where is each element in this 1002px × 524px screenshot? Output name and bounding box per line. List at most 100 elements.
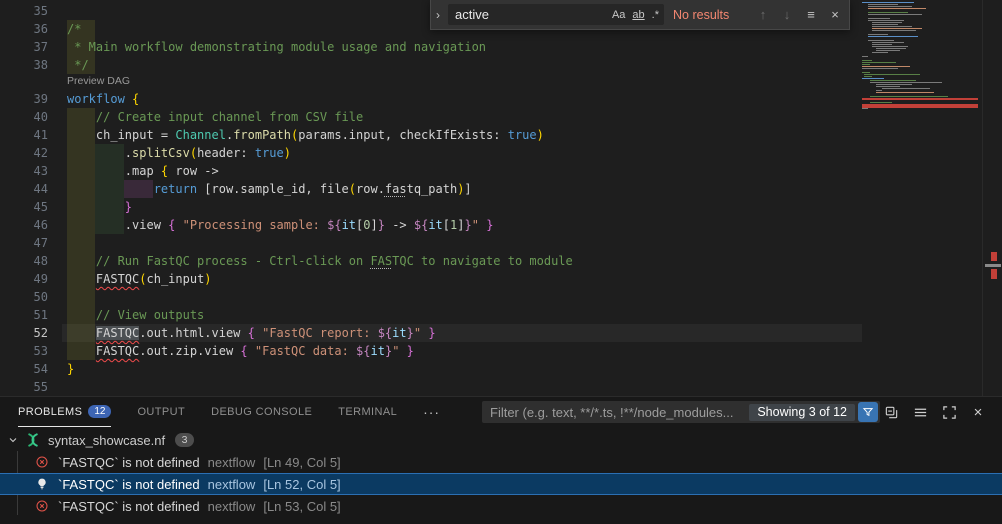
code-text: /*: [67, 20, 81, 38]
whole-word-icon[interactable]: ab: [632, 9, 644, 21]
problem-row[interactable]: `FASTQC` is not definednextflow[Ln 49, C…: [0, 451, 1002, 473]
line-number: 54: [0, 360, 48, 378]
previous-match-icon[interactable]: ↑: [751, 7, 775, 22]
match-case-icon[interactable]: Aa: [612, 9, 625, 21]
code-line-41[interactable]: 41 ch_input = Channel.fromPath(params.in…: [0, 126, 1002, 144]
code-line-50[interactable]: 50: [0, 288, 1002, 306]
code-text: FASTQC.out.html.view { "FastQC report: $…: [67, 324, 436, 342]
next-match-icon[interactable]: ↓: [775, 7, 799, 22]
line-number: 36: [0, 20, 48, 38]
code-text: workflow {: [67, 90, 139, 108]
find-results-status: No results: [673, 8, 745, 22]
problems-tree: syntax_showcase.nf 3 `FASTQC` is not def…: [0, 427, 1002, 517]
close-panel-icon[interactable]: ×: [970, 404, 986, 420]
maximize-panel-icon[interactable]: [941, 404, 957, 420]
problem-file-group[interactable]: syntax_showcase.nf 3: [0, 429, 1002, 451]
problems-count-badge: 12: [88, 405, 111, 418]
code-line-53[interactable]: 53 FASTQC.out.zip.view { "FastQC data: $…: [0, 342, 1002, 360]
code-text: return [row.sample_id, file(row.fastq_pa…: [67, 180, 472, 198]
code-text: }: [67, 360, 74, 378]
code-text: FASTQC.out.zip.view { "FastQC data: ${it…: [67, 342, 414, 360]
code-line-46[interactable]: 46 .view { "Processing sample: ${it[0]} …: [0, 216, 1002, 234]
tab-output[interactable]: OUTPUT: [137, 397, 185, 427]
code-line-54[interactable]: 54}: [0, 360, 1002, 378]
collapse-all-icon[interactable]: [883, 404, 899, 420]
code-text: FASTQC(ch_input): [67, 270, 212, 288]
code-line-43[interactable]: 43 .map { row ->: [0, 162, 1002, 180]
vscode-window: 3536/*37 * Main workflow demonstrating m…: [0, 0, 1002, 524]
code-line-55[interactable]: 55: [0, 378, 1002, 396]
code-line-42[interactable]: 42 .splitCsv(header: true): [0, 144, 1002, 162]
line-number: 55: [0, 378, 48, 396]
tab-debug-console[interactable]: DEBUG CONSOLE: [211, 397, 312, 427]
line-number: 48: [0, 252, 48, 270]
find-buttons: ↑ ↓ ≡ ×: [751, 7, 847, 22]
codelens-preview-dag[interactable]: Preview DAG: [0, 74, 1002, 90]
find-in-selection-icon[interactable]: ≡: [799, 7, 823, 22]
filter-funnel-icon[interactable]: [858, 402, 878, 422]
problem-location: [Ln 49, Col 5]: [263, 455, 340, 470]
code-line-37[interactable]: 37 * Main workflow demonstrating module …: [0, 38, 1002, 56]
problem-row[interactable]: `FASTQC` is not definednextflow[Ln 52, C…: [0, 473, 1002, 495]
find-input[interactable]: active Aa ab .*: [448, 4, 664, 25]
code-text: */: [67, 56, 89, 74]
editor: 3536/*37 * Main workflow demonstrating m…: [0, 0, 1002, 396]
problem-source: nextflow: [208, 455, 256, 470]
bottom-panel: PROBLEMS 12 OUTPUT DEBUG CONSOLE TERMINA…: [0, 396, 1002, 524]
overview-ruler[interactable]: [982, 0, 1002, 396]
code-text: // Create input channel from CSV file: [67, 108, 363, 126]
line-number: 46: [0, 216, 48, 234]
find-query-text[interactable]: active: [455, 7, 605, 22]
line-number: 39: [0, 90, 48, 108]
line-number: 52: [0, 324, 48, 342]
find-widget: › active Aa ab .* No results ↑ ↓ ≡ ×: [430, 0, 850, 30]
line-number: 47: [0, 234, 48, 252]
showing-count-badge: Showing 3 of 12: [749, 404, 855, 421]
minimap[interactable]: [862, 0, 982, 396]
code-line-48[interactable]: 48 // Run FastQC process - Ctrl-click on…: [0, 252, 1002, 270]
problem-message: `FASTQC` is not defined: [58, 499, 200, 514]
code-area[interactable]: 3536/*37 * Main workflow demonstrating m…: [0, 2, 1002, 396]
problem-location: [Ln 53, Col 5]: [263, 499, 340, 514]
code-line-47[interactable]: 47: [0, 234, 1002, 252]
code-text: * Main workflow demonstrating module usa…: [67, 38, 486, 56]
code-line-39[interactable]: 39 workflow {: [0, 90, 1002, 108]
line-number: 38: [0, 56, 48, 74]
code-line-49[interactable]: 49 FASTQC(ch_input): [0, 270, 1002, 288]
code-line-44[interactable]: 44 return [row.sample_id, file(row.fastq…: [0, 180, 1002, 198]
problem-row[interactable]: `FASTQC` is not definednextflow[Ln 53, C…: [0, 495, 1002, 517]
code-text: .view { "Processing sample: ${it[0]} -> …: [67, 216, 493, 234]
code-line-52[interactable]: 52 FASTQC.out.html.view { "FastQC report…: [0, 324, 1002, 342]
view-as-table-icon[interactable]: [912, 404, 928, 420]
regex-icon[interactable]: .*: [652, 9, 659, 21]
ruler-error-mark: [991, 269, 997, 279]
code-text: // View outputs: [67, 306, 204, 324]
code-line-51[interactable]: 51 // View outputs: [0, 306, 1002, 324]
problem-source: nextflow: [208, 477, 256, 492]
more-tabs-icon[interactable]: ···: [423, 404, 440, 420]
line-number: 44: [0, 180, 48, 198]
problem-rows: `FASTQC` is not defined nextflow [Ln 49, C…: [0, 451, 1002, 517]
error-icon: [34, 498, 50, 514]
close-find-icon[interactable]: ×: [823, 7, 847, 22]
code-line-40[interactable]: 40 // Create input channel from CSV file: [0, 108, 1002, 126]
line-number: 35: [0, 2, 48, 20]
tab-problems[interactable]: PROBLEMS 12: [18, 397, 111, 427]
nextflow-file-icon: [25, 432, 41, 448]
panel-actions: ×: [883, 401, 986, 423]
line-number: 37: [0, 38, 48, 56]
code-text: .map { row ->: [67, 162, 219, 180]
tab-terminal[interactable]: TERMINAL: [338, 397, 397, 427]
code-line-45[interactable]: 45 }: [0, 198, 1002, 216]
toggle-replace-icon[interactable]: ›: [431, 0, 445, 29]
code-text: // Run FastQC process - Ctrl-click on FA…: [67, 252, 573, 270]
line-number: 45: [0, 198, 48, 216]
filter-placeholder: Filter (e.g. text, **/*.ts, !**/node_mod…: [490, 405, 749, 420]
code-line-38[interactable]: 38 */: [0, 56, 1002, 74]
lightbulb-icon: [34, 476, 50, 492]
problems-filter-input[interactable]: Filter (e.g. text, **/*.ts, !**/node_mod…: [482, 401, 880, 423]
line-number: 49: [0, 270, 48, 288]
problem-message: `FASTQC` is not defined: [58, 477, 200, 492]
line-number: 41: [0, 126, 48, 144]
panel-tabs-row: PROBLEMS 12 OUTPUT DEBUG CONSOLE TERMINA…: [0, 397, 1002, 427]
